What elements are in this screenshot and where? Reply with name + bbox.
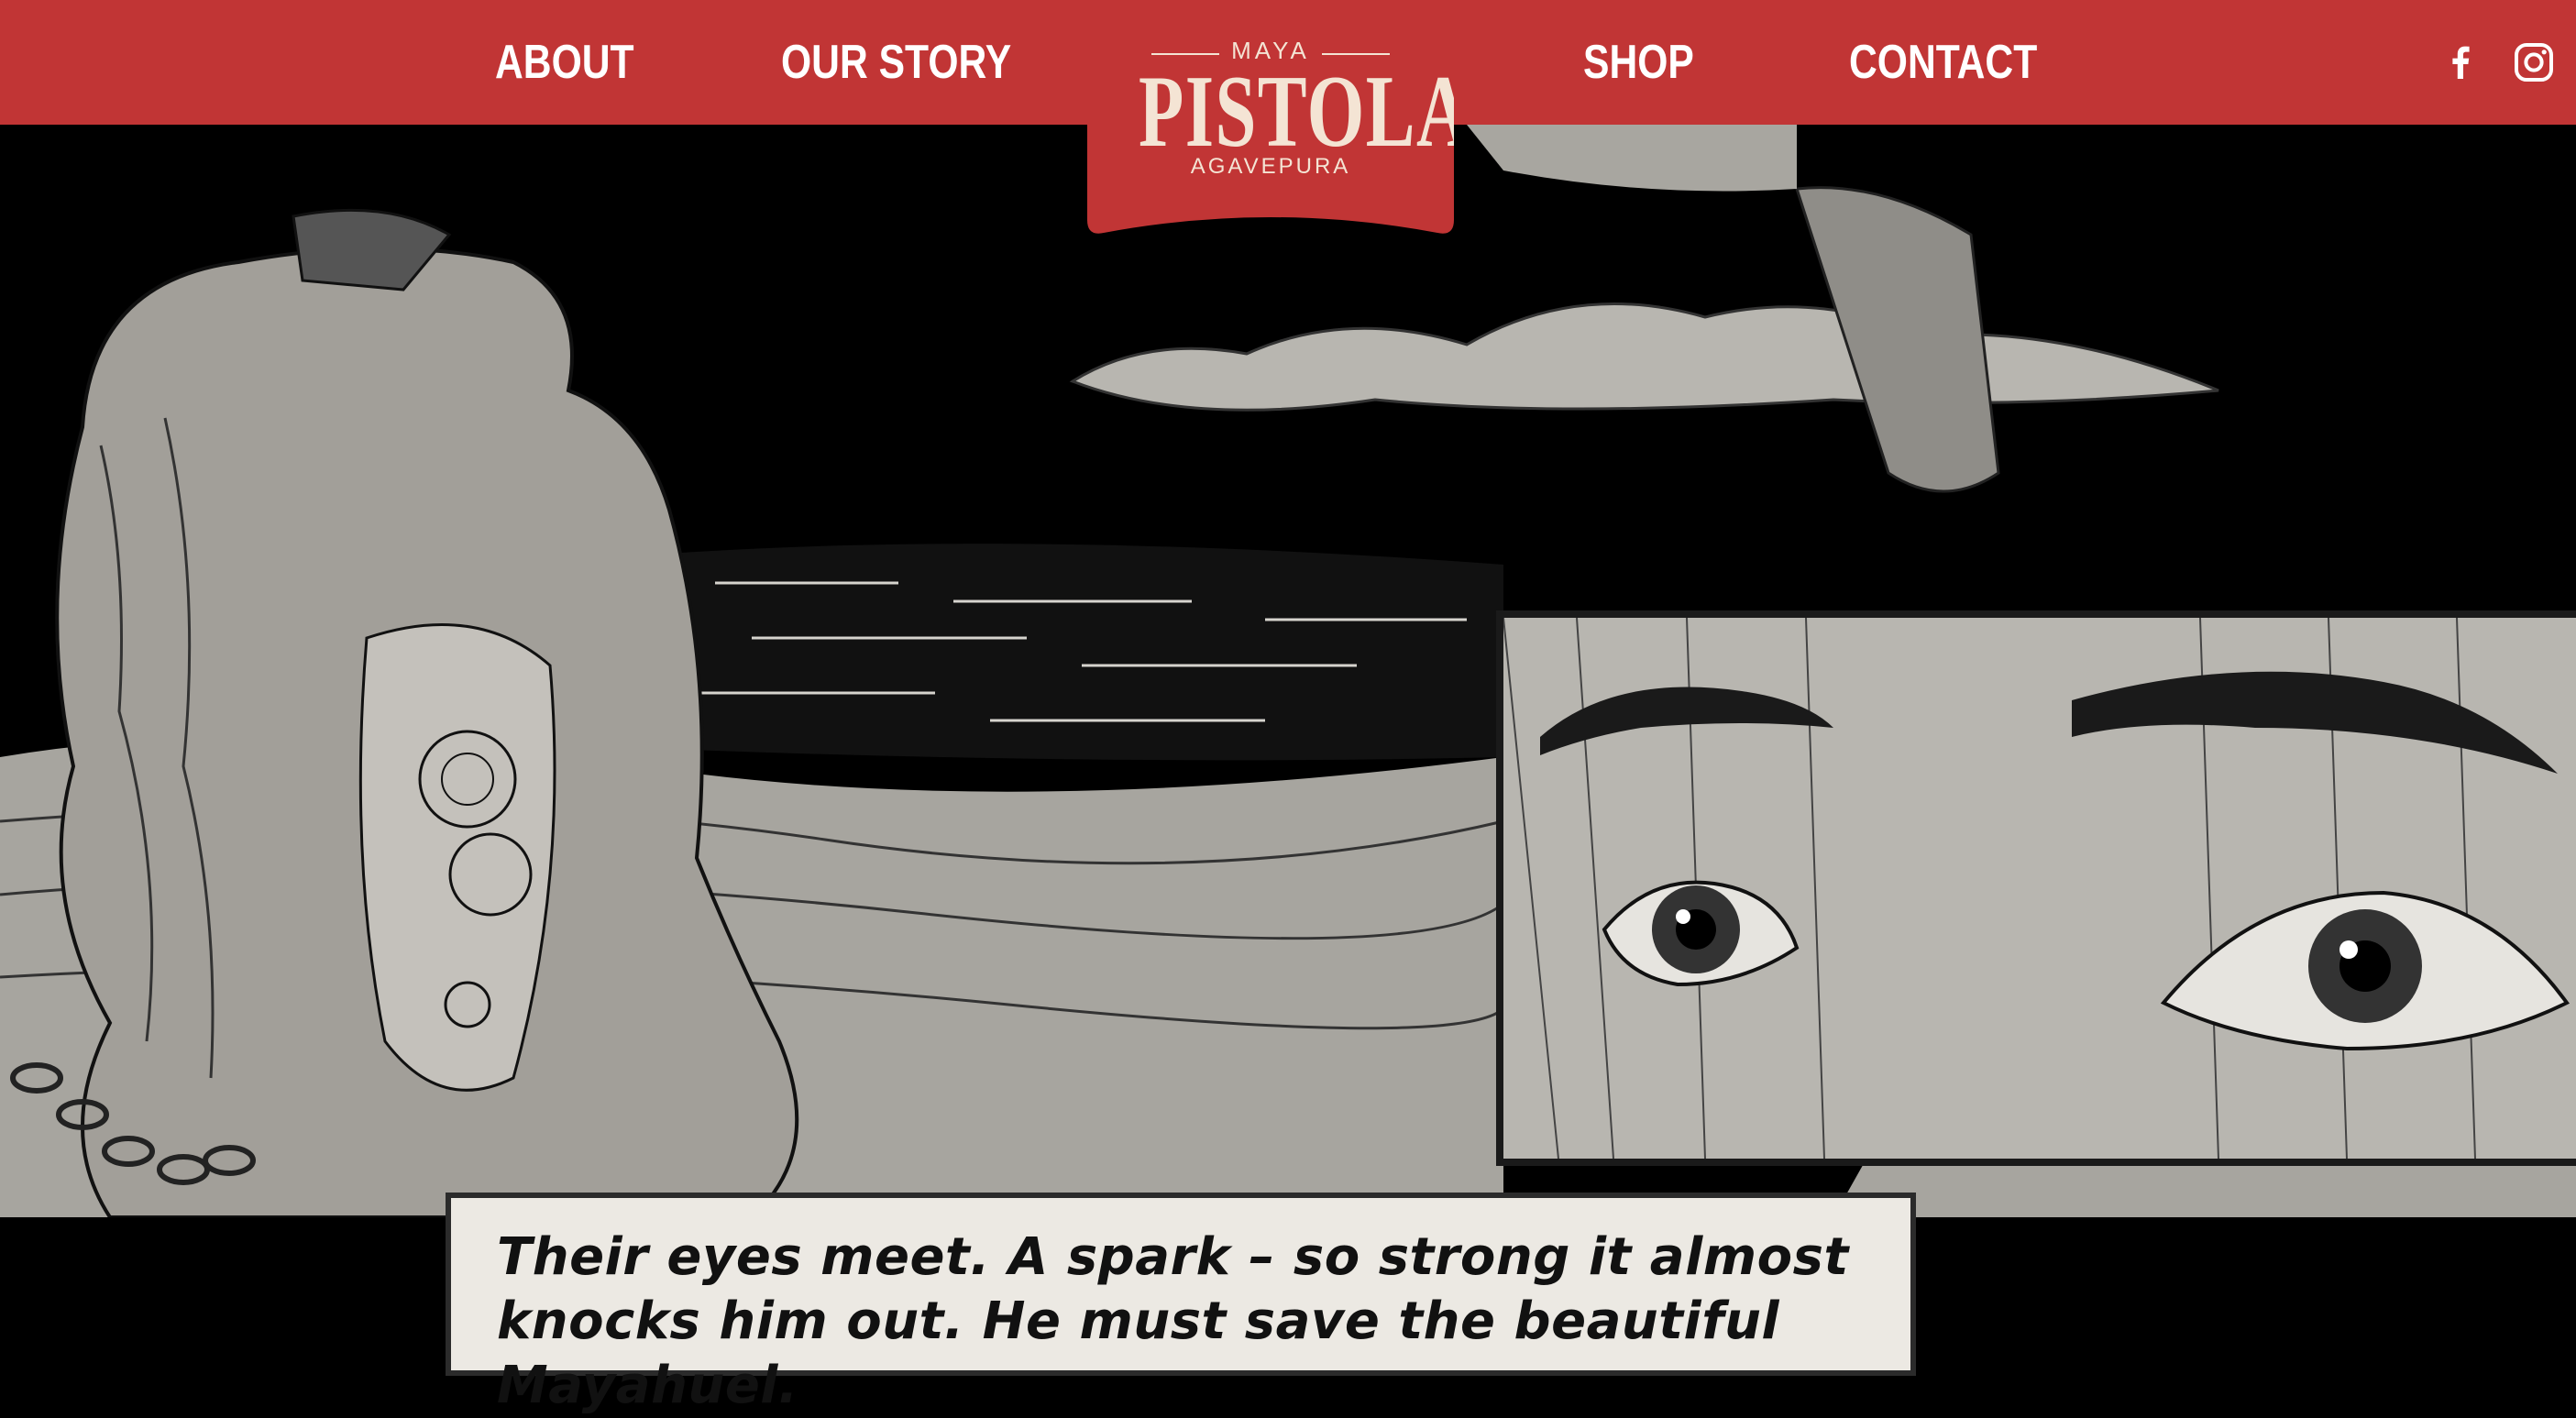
story-caption-box: Their eyes meet. A spark – so strong it … bbox=[446, 1193, 1916, 1415]
logo-pistola-text: PISTOLA bbox=[1139, 55, 1471, 169]
comic-hero-illustration: Their eyes meet. A spark – so strong it … bbox=[0, 125, 2576, 1415]
eyes-closeup-panel bbox=[1496, 610, 2576, 1166]
brand-logo[interactable]: MAYA PISTOLA AGAVEPURA bbox=[1087, 0, 1454, 236]
eyes-illustration bbox=[1503, 617, 2576, 1160]
nav-our-story[interactable]: OUR STORY bbox=[781, 0, 1011, 125]
nav-about[interactable]: ABOUT bbox=[495, 0, 634, 125]
nav-shop[interactable]: SHOP bbox=[1583, 0, 1694, 125]
facebook-icon[interactable] bbox=[2438, 40, 2482, 84]
story-caption-text: Their eyes meet. A spark – so strong it … bbox=[497, 1227, 1849, 1415]
instagram-icon[interactable] bbox=[2512, 40, 2556, 84]
nav-contact[interactable]: CONTACT bbox=[1849, 0, 2037, 125]
logo-agavepura-text: AGAVEPURA bbox=[1190, 154, 1351, 179]
